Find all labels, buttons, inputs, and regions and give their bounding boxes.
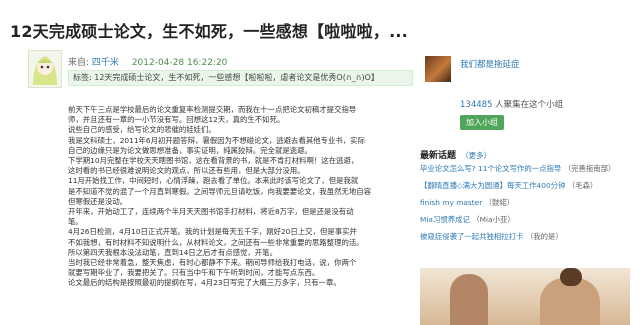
topic-author: （我的是）	[525, 232, 563, 241]
topic-link[interactable]: Mia习惯养成记	[420, 215, 470, 224]
paragraph: 论文最后的结构是按照最初的提纲在写，4月23日写完了大概三万多字，只有一章。	[68, 278, 341, 288]
topic-item: 毕业论文怎么写? 11个论文写作的一点指导 （完善拖南部）	[420, 164, 630, 174]
topic-item: 【翻晴直播◇满大为圆通】每天工作400分钟 （毛森）	[420, 181, 630, 191]
sidebar-photo[interactable]	[420, 268, 630, 325]
paragraph: 所以第四天我根本没法动笔，直到14日之后才有点感觉，开笔。	[68, 247, 277, 257]
paragraph: 自己的边缘只是为论文做思想准备，事实证明，纯属狡辩。完全就是逃避。	[68, 145, 312, 155]
paragraph: 4月26日检测，4月10日正式开笔。我的计划是每天五千字，刚好20日上交，但是事…	[68, 227, 357, 237]
paragraph: 这时看的书已经很难说明论文的观点，所以还有些用，但是大部分没用。	[68, 166, 305, 176]
recent-topics-list: 毕业论文怎么写? 11个论文写作的一点指导 （完善拖南部） 【翻晴直播◇满大为圆…	[420, 164, 630, 249]
topic-link[interactable]: finish my master	[420, 198, 482, 207]
paragraph: 我是文科硕士，2011年6月初开题答辩，暑假因为不想碰论文，逃避去看其他专业书，…	[68, 135, 365, 145]
join-group-button[interactable]: 加入小组	[460, 115, 504, 130]
topic-author: （完善拖南部）	[563, 164, 616, 173]
paragraph: 但寒假还是没动。	[68, 196, 128, 206]
recent-topics-title: 最新话题	[420, 151, 457, 161]
paragraph: 开年来，开始动工了，连续两个半月天天图书馆手打材料，将近8万字，但是还是没有动	[68, 207, 354, 217]
paragraph: 笔。	[68, 217, 83, 227]
author-avatar[interactable]	[28, 50, 62, 88]
photo-figure	[450, 274, 488, 325]
paragraph: 前天下午三点是学校最后的论文重复率检测提交期，而我在十一点把论文初稿才提交指导	[68, 105, 357, 114]
topic-item: 被窥症侵袭了一起共独相拉打卡 （我的是）	[420, 232, 630, 242]
paragraph: 说些自己的感受，给写论文的悲催的娃娃们。	[68, 125, 216, 135]
member-count-text: 人聚集在这个小组	[495, 100, 564, 110]
topic-author: （鼓婼）	[484, 198, 515, 207]
recent-topics-heading: 最新话题 （更多）	[420, 148, 491, 161]
more-topics-link[interactable]: （更多）	[461, 151, 491, 160]
from-label: 来自:	[68, 58, 90, 68]
post-meta: 来自: 四千米 2012-04-28 16:22:20	[68, 55, 227, 68]
topic-item: Mia习惯养成记 （Mia小亚）	[420, 215, 630, 225]
post-body: 前天下午三点是学校最后的论文重复率检测提交期，而我在十一点把论文初稿才提交指导 …	[68, 105, 400, 325]
topic-item: finish my master （鼓婼）	[420, 198, 630, 208]
group-thumbnail[interactable]	[425, 56, 451, 82]
paragraph: 就要写期毕业了，我要把关了。只有当中午和下午听到时间，才能写点东西。	[68, 268, 320, 278]
topic-link[interactable]: 【翻晴直播◇满大为圆通】每天工作400分钟	[420, 181, 565, 190]
group-member-count: 134485 人聚集在这个小组	[460, 98, 563, 110]
topic-author: （Mia小亚）	[472, 215, 515, 224]
group-name-link[interactable]: 我们都是拖延症	[460, 58, 520, 70]
tag-summary: 标签: 12天完成硕士论文，生不如死，一些感想【啦啦啦，虐者论文是优秀O(∩_∩…	[68, 70, 413, 86]
paragraph: 是不知道不觉的混了一个月直到寒假。之间导师元旦请吃饭，向我要要论文，我虽然无地自…	[68, 186, 372, 196]
paragraph: 11月开始找工作，中间短时，心情浮躁，跑去看了单位。本来此时该写论文了，但是我就	[68, 176, 359, 186]
avatar-image	[33, 56, 57, 85]
member-count-number[interactable]: 134485	[460, 100, 492, 110]
post-timestamp: 2012-04-28 16:22:20	[131, 58, 228, 68]
paragraph: 当时我已经非常着急，整天焦虑，有时心都静不下来。期间导师给我打电话，说，你两个	[68, 258, 357, 268]
topic-author: （毛森）	[567, 181, 598, 190]
topic-link[interactable]: 被窥症侵袭了一起共独相拉打卡	[420, 232, 523, 241]
author-link[interactable]: 四千米	[92, 58, 119, 68]
paragraph: 下学期10月完整在学校天天瞎图书馆，这在看背景的书，就是不肯打材料啊！这在逃避，	[68, 156, 359, 166]
paragraph: 不如我想，有时材料不知说明什么，从材料论文，之间还有一些非常重要的思路整理的活。	[68, 237, 364, 247]
photo-figure	[560, 268, 582, 286]
paragraph: 师，并且还有一章的一小节没有写。回想这12天，真的生不如死。	[68, 115, 285, 125]
topic-link[interactable]: 毕业论文怎么写? 11个论文写作的一点指导	[420, 164, 561, 173]
post-title: 12天完成硕士论文，生不如死，一些感想【啦啦啦，...	[10, 22, 408, 41]
